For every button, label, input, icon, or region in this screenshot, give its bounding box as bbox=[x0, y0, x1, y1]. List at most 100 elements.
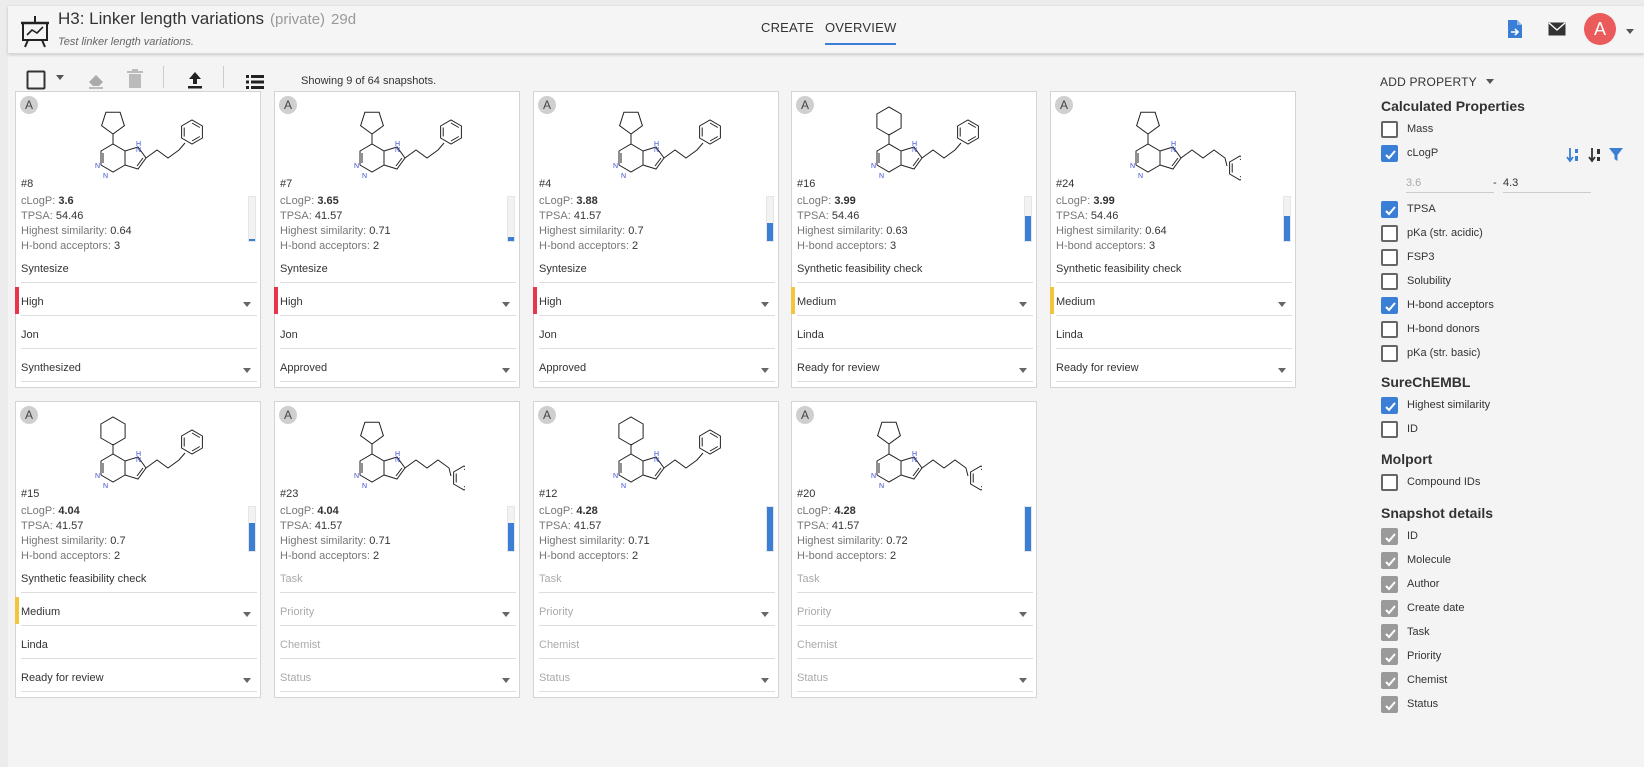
clogp-level-fill bbox=[249, 238, 255, 241]
status-select[interactable]: Approved bbox=[539, 362, 775, 382]
checkbox[interactable] bbox=[1381, 201, 1398, 218]
status-select[interactable]: Ready for review bbox=[1056, 362, 1292, 382]
task-field[interactable]: Syntesize bbox=[280, 263, 516, 283]
checkbox[interactable] bbox=[1381, 121, 1398, 138]
checkbox[interactable] bbox=[1381, 145, 1398, 162]
status-select[interactable]: Status bbox=[539, 672, 775, 692]
export-document-icon[interactable] bbox=[1507, 19, 1523, 39]
checkbox[interactable] bbox=[1381, 345, 1398, 362]
checkbox[interactable] bbox=[1381, 474, 1398, 491]
prop-clogp: cLogP: 3.88 bbox=[539, 195, 598, 207]
checkbox[interactable] bbox=[1381, 648, 1398, 665]
checkbox[interactable] bbox=[1381, 421, 1398, 438]
snapshot-card[interactable]: A H N N N #7 cLogP: 3.65 TPSA: 41.57 Highest sim… bbox=[274, 91, 520, 388]
author-avatar: A bbox=[796, 406, 814, 424]
chemist-field[interactable]: Chemist bbox=[539, 639, 775, 659]
clogp-min-input[interactable]: 3.6 bbox=[1406, 177, 1494, 193]
eraser-icon[interactable] bbox=[86, 67, 106, 93]
checkbox[interactable] bbox=[1381, 321, 1398, 338]
add-property-button[interactable]: ADD PROPERTY bbox=[1380, 75, 1495, 89]
chemist-field[interactable]: Linda bbox=[21, 639, 257, 659]
chevron-down-icon bbox=[761, 368, 769, 373]
checkbox[interactable] bbox=[1381, 624, 1398, 641]
prop-tpsa: TPSA: 54.46 bbox=[21, 210, 84, 222]
clogp-max-input[interactable]: 4.3 bbox=[1503, 177, 1591, 193]
sort-ascending-icon[interactable] bbox=[1566, 147, 1580, 163]
chemist-field[interactable]: Jon bbox=[280, 329, 516, 349]
priority-select[interactable]: High bbox=[21, 296, 257, 316]
chemist-field[interactable]: Chemist bbox=[280, 639, 516, 659]
snapshot-card[interactable]: A H N N N #4 cLogP: 3.88 TPSA: 41.57 Highest sim… bbox=[533, 91, 779, 388]
status-select[interactable]: Synthesized bbox=[21, 362, 257, 382]
checkbox[interactable] bbox=[1381, 273, 1398, 290]
priority-select[interactable]: Medium bbox=[797, 296, 1033, 316]
snapshot-card[interactable]: A H N N N #12 cLogP: 4.28 TPSA: 41.57 Highest si… bbox=[533, 401, 779, 698]
checkbox[interactable] bbox=[1381, 297, 1398, 314]
tab-overview[interactable]: OVERVIEW bbox=[825, 20, 897, 45]
priority-select[interactable]: Medium bbox=[21, 606, 257, 626]
task-field[interactable]: Syntesize bbox=[21, 263, 257, 283]
task-field[interactable]: Synthetic feasibility check bbox=[797, 263, 1033, 283]
status-select[interactable]: Approved bbox=[280, 362, 516, 382]
status-select[interactable]: Ready for review bbox=[797, 362, 1033, 382]
snapshot-card[interactable]: A H N N N #8 cLogP: 3.6 TPSA: 54.46 Highest simi… bbox=[15, 91, 261, 388]
task-field[interactable]: Syntesize bbox=[539, 263, 775, 283]
chevron-down-icon bbox=[502, 302, 510, 307]
status-select[interactable]: Status bbox=[280, 672, 516, 692]
checkbox[interactable] bbox=[1381, 696, 1398, 713]
task-field[interactable]: Task bbox=[539, 573, 775, 593]
snapshot-card[interactable]: A H N N N #16 cLogP: 3.99 TPSA: 54.46 Highest si… bbox=[791, 91, 1037, 388]
sort-descending-icon[interactable] bbox=[1588, 147, 1602, 163]
priority-select[interactable]: Priority bbox=[280, 606, 516, 626]
chemist-field[interactable]: Chemist bbox=[797, 639, 1033, 659]
trash-icon[interactable] bbox=[126, 66, 144, 92]
account-menu-caret-icon[interactable] bbox=[1626, 29, 1634, 34]
filter-icon[interactable] bbox=[1609, 148, 1623, 162]
snapshot-card[interactable]: A H N N N #23 cLogP: 4.04 TPSA: 41.57 Highest si… bbox=[274, 401, 520, 698]
snapshot-card[interactable]: A H N N N #24 cLogP: 3.99 TPSA: 54.46 Highest si… bbox=[1050, 91, 1296, 388]
checkbox[interactable] bbox=[1381, 552, 1398, 569]
task-field[interactable]: Synthetic feasibility check bbox=[21, 573, 257, 593]
mail-icon[interactable] bbox=[1548, 22, 1566, 36]
checkbox[interactable] bbox=[1381, 600, 1398, 617]
chevron-down-icon bbox=[1278, 368, 1286, 373]
priority-select[interactable]: Medium bbox=[1056, 296, 1292, 316]
chemist-field[interactable]: Jon bbox=[539, 329, 775, 349]
select-all-checkbox-icon[interactable] bbox=[26, 67, 46, 93]
priority-select[interactable]: Priority bbox=[539, 606, 775, 626]
svg-text:N: N bbox=[1130, 163, 1135, 170]
priority-select[interactable]: High bbox=[539, 296, 775, 316]
task-field[interactable]: Task bbox=[280, 573, 516, 593]
task-field[interactable]: Synthetic feasibility check bbox=[1056, 263, 1292, 283]
checkbox[interactable] bbox=[1381, 528, 1398, 545]
snapshot-card[interactable]: A H N N N #20 cLogP: 4.28 TPSA: 41.57 Highest si… bbox=[791, 401, 1037, 698]
property-label: Create date bbox=[1407, 602, 1465, 614]
property-label: pKa (str. acidic) bbox=[1407, 227, 1483, 239]
snapshot-card[interactable]: A H N N N #15 cLogP: 4.04 TPSA: 41.57 Highest si… bbox=[15, 401, 261, 698]
svg-text:N: N bbox=[871, 473, 876, 480]
snapshot-id: #7 bbox=[280, 178, 293, 190]
priority-select[interactable]: High bbox=[280, 296, 516, 316]
upload-icon[interactable] bbox=[186, 67, 204, 93]
checkbox[interactable] bbox=[1381, 397, 1398, 414]
chevron-down-icon bbox=[502, 612, 510, 617]
select-menu-caret-icon[interactable] bbox=[56, 75, 64, 80]
chemist-field[interactable]: Linda bbox=[797, 329, 1033, 349]
checkbox[interactable] bbox=[1381, 249, 1398, 266]
author-avatar: A bbox=[796, 96, 814, 114]
snapshot-id: #4 bbox=[539, 178, 552, 190]
age-label: 29d bbox=[331, 11, 357, 28]
avatar[interactable]: A bbox=[1584, 13, 1616, 45]
chemist-field[interactable]: Linda bbox=[1056, 329, 1292, 349]
task-field[interactable]: Task bbox=[797, 573, 1033, 593]
checkbox[interactable] bbox=[1381, 672, 1398, 689]
chemist-field[interactable]: Jon bbox=[21, 329, 257, 349]
checkbox[interactable] bbox=[1381, 225, 1398, 242]
tab-create[interactable]: CREATE bbox=[761, 20, 814, 35]
priority-select[interactable]: Priority bbox=[797, 606, 1033, 626]
checkbox[interactable] bbox=[1381, 576, 1398, 593]
snapshot-id: #23 bbox=[280, 488, 299, 500]
status-select[interactable]: Ready for review bbox=[21, 672, 257, 692]
status-select[interactable]: Status bbox=[797, 672, 1033, 692]
clogp-level-fill bbox=[767, 222, 773, 241]
